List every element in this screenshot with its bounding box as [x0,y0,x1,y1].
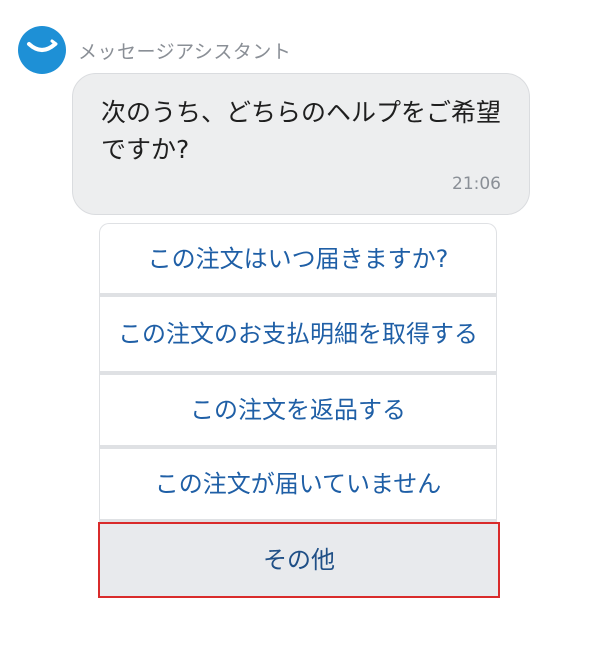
option-other[interactable]: その他 [98,522,500,598]
message-text: 次のうち、どちらのヘルプをご希望ですか? [101,98,502,164]
option-payment-details[interactable]: この注文のお支払明細を取得する [99,296,497,374]
option-return-order[interactable]: この注文を返品する [99,374,497,448]
option-delivery-date[interactable]: この注文はいつ届きますか? [99,223,497,296]
sender-name: メッセージアシスタント [78,40,292,63]
option-not-delivered[interactable]: この注文が届いていません [99,448,497,522]
message-timestamp: 21:06 [452,174,501,194]
avatar [18,26,66,74]
quick-reply-options: この注文はいつ届きますか? この注文のお支払明細を取得する この注文を返品する … [98,223,500,598]
message-bubble: 次のうち、どちらのヘルプをご希望ですか? 21:06 [72,73,530,215]
smile-logo-icon [25,38,59,62]
chat-panel: メッセージアシスタント 次のうち、どちらのヘルプをご希望ですか? 21:06 こ… [0,0,600,646]
message-header: メッセージアシスタント [18,26,291,74]
